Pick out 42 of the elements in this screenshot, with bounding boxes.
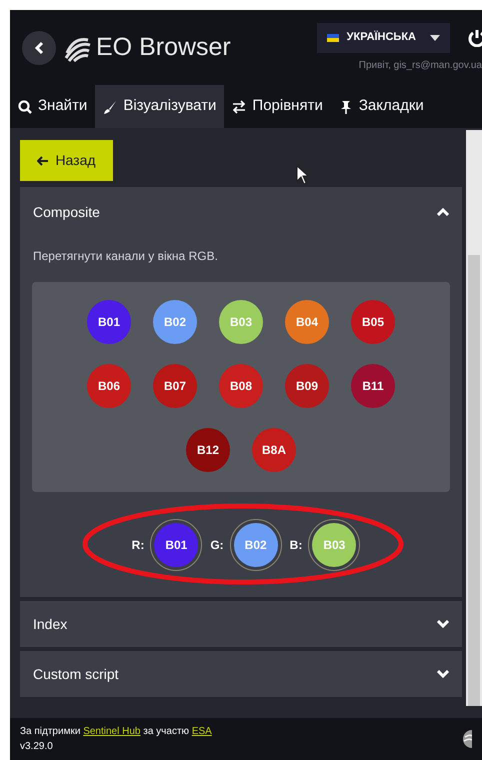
chevron-left-icon — [34, 40, 44, 54]
channel-label: R: — [132, 536, 144, 554]
version-text: v3.29.0 — [20, 740, 54, 754]
panel-title: Index — [33, 614, 68, 634]
search-icon — [18, 100, 32, 114]
language-dropdown[interactable]: УКРАЇНСЬКА — [316, 22, 450, 52]
scrollbar[interactable] — [466, 130, 482, 706]
flag-icon — [326, 34, 339, 42]
band-chip[interactable]: B05 — [351, 300, 395, 344]
brush-icon — [103, 100, 118, 114]
tab[interactable]: Візуалізувати — [95, 85, 224, 128]
tab[interactable]: Порівняти — [224, 85, 331, 128]
link[interactable]: Sentinel Hub — [83, 726, 140, 737]
scrollbar-thumb[interactable] — [468, 255, 480, 706]
cursor-icon — [296, 165, 310, 185]
band-chip[interactable]: B06 — [87, 364, 131, 408]
back-button[interactable]: Назад — [20, 140, 113, 181]
instruction-text: Перетягнути канали у вікна RGB. — [32, 248, 219, 265]
back-button[interactable] — [22, 30, 56, 64]
power-button[interactable] — [468, 28, 482, 48]
arrow-left-icon — [37, 156, 50, 166]
tab[interactable]: Закладки — [330, 85, 432, 128]
band-chip[interactable]: B8A — [252, 428, 296, 472]
swap-arrows-icon — [232, 100, 246, 114]
band-chip[interactable]: B07 — [153, 364, 197, 408]
app-title: EO Browser — [96, 32, 231, 63]
greeting-text: Привіт, gis_rs@man.gov.ua — [358, 58, 482, 72]
panel-title: Custom script — [33, 664, 119, 684]
band-chip[interactable]: B01 — [87, 300, 131, 344]
channel-label: B: — [290, 536, 302, 554]
band-chip[interactable]: B12 — [186, 428, 230, 472]
power-icon — [468, 28, 482, 46]
panel-title: Composite — [33, 202, 100, 222]
caret-down-icon — [430, 34, 440, 40]
band-chip[interactable]: B09 — [285, 364, 329, 408]
credit-text: За підтримки Sentinel Hub за участю ESA — [20, 725, 212, 739]
tab[interactable]: Знайти — [10, 85, 96, 128]
band-chip[interactable]: B08 — [219, 364, 263, 408]
link[interactable]: ESA — [192, 726, 212, 737]
channel-label: G: — [210, 536, 224, 554]
band-chip[interactable]: B11 — [351, 364, 395, 408]
pin-icon — [338, 100, 353, 114]
